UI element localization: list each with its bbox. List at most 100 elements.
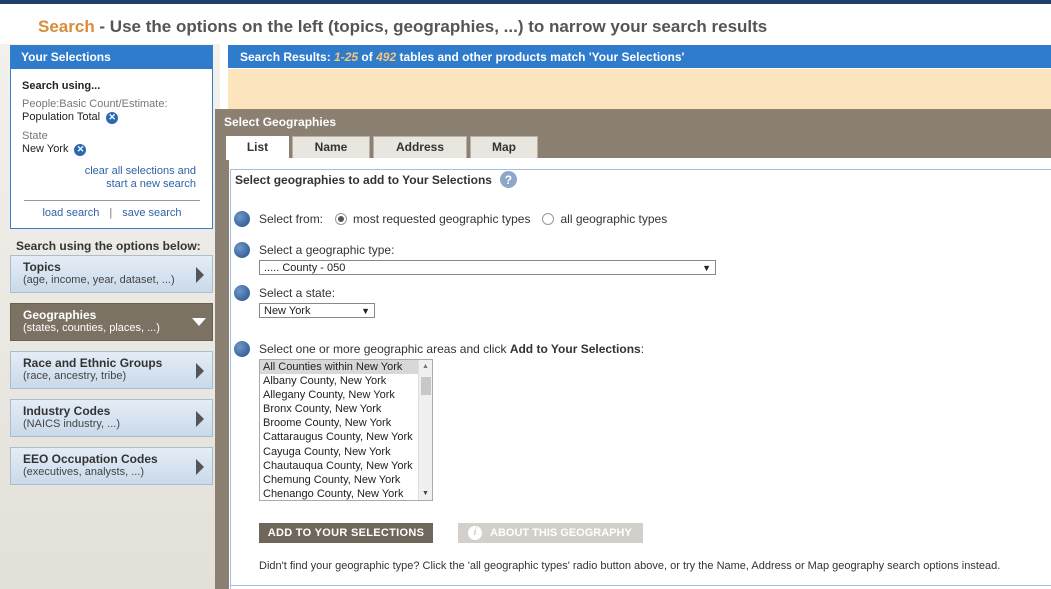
selection-category: State	[22, 130, 48, 142]
tab-map[interactable]: Map	[470, 136, 538, 158]
selection-value-text: Population Total	[22, 111, 101, 123]
your-selections-panel: Your Selections Search using... People:B…	[10, 45, 213, 229]
overlay-title: Select Geographies	[224, 115, 337, 129]
option-subtitle: (NAICS industry, ...)	[23, 418, 120, 430]
divider	[24, 200, 200, 201]
add-to-selections-button[interactable]: ADD TO YOUR SELECTIONS	[259, 523, 433, 543]
step-bullet-icon	[234, 211, 250, 227]
selection-value-text: New York	[22, 143, 69, 155]
step-bullet-icon	[234, 285, 250, 301]
option-title: Geographies	[23, 308, 97, 322]
scroll-thumb[interactable]	[421, 377, 431, 395]
panel-heading-text: Select geographies to add to Your Select…	[235, 172, 492, 187]
list-item[interactable]: Allegany County, New York	[260, 388, 432, 402]
separator: |	[109, 207, 113, 219]
list-item[interactable]: Chenango County, New York	[260, 487, 432, 500]
step-areas: Select one or more geographic areas and …	[234, 341, 644, 357]
option-title: Race and Ethnic Groups	[23, 356, 163, 370]
results-label: Search Results:	[240, 50, 331, 64]
panel-bottom-border	[230, 585, 1051, 586]
selection-value: Population Total ✕	[22, 111, 202, 124]
option-topics[interactable]: Topics (age, income, year, dataset, ...)	[10, 255, 213, 293]
step-state: Select a state:	[234, 285, 335, 301]
option-geographies[interactable]: Geographies (states, counties, places, .…	[10, 303, 213, 341]
search-actions: load search | save search	[22, 207, 202, 219]
step-select-from: Select from: most requested geographic t…	[234, 211, 667, 227]
geographic-areas-listbox[interactable]: All Counties within New York Albany Coun…	[259, 359, 433, 501]
option-title: Industry Codes	[23, 404, 111, 418]
geography-tabs: List Name Address Map	[226, 136, 538, 160]
remove-selection-icon[interactable]: ✕	[106, 111, 119, 124]
option-eeo-occupation-codes[interactable]: EEO Occupation Codes (executives, analys…	[10, 447, 213, 485]
page-title: Search - Use the options on the left (to…	[38, 17, 767, 37]
state-select[interactable]: New York ▼	[259, 303, 375, 318]
list-item[interactable]: All Counties within New York	[260, 360, 432, 375]
radio-most-label[interactable]: most requested geographic types	[353, 212, 530, 226]
areas-label-bold: Add to Your Selections	[509, 342, 641, 356]
search-options-label: Search using the options below:	[16, 239, 201, 253]
option-subtitle: (race, ancestry, tribe)	[23, 370, 127, 382]
chevron-right-icon	[196, 459, 204, 475]
option-race-ethnic-groups[interactable]: Race and Ethnic Groups (race, ancestry, …	[10, 351, 213, 389]
geo-type-select[interactable]: ..... County - 050 ▼	[259, 260, 716, 275]
list-item[interactable]: Chautauqua County, New York	[260, 459, 432, 473]
your-selections-title: Your Selections	[11, 46, 212, 69]
chevron-down-icon	[192, 318, 206, 326]
clear-selections-link[interactable]: clear all selections and start a new sear…	[22, 165, 202, 191]
selection-value: New York ✕	[22, 143, 202, 156]
list-item[interactable]: Chemung County, New York	[260, 473, 432, 487]
page-title-accent: Search	[38, 17, 95, 36]
chevron-right-icon	[196, 267, 204, 283]
list-item[interactable]: Cattaraugus County, New York	[260, 430, 432, 444]
panel-heading: Select geographies to add to Your Select…	[235, 171, 517, 188]
select-from-label: Select from:	[259, 212, 324, 226]
results-total: 492	[376, 50, 397, 64]
radio-most-requested[interactable]	[335, 213, 348, 225]
about-geography-label: ABOUT THIS GEOGRAPHY	[490, 527, 632, 539]
step-geo-type: Select a geographic type:	[234, 242, 394, 258]
help-icon[interactable]: ?	[499, 171, 517, 188]
radio-all-label[interactable]: all geographic types	[560, 212, 667, 226]
option-subtitle: (states, counties, places, ...)	[23, 322, 160, 334]
results-suffix: tables and other products match 'Your Se…	[399, 50, 685, 64]
results-band	[228, 69, 1051, 109]
scroll-down-icon[interactable]: ▼	[422, 490, 429, 497]
list-item[interactable]: Broome County, New York	[260, 416, 432, 430]
dropdown-arrow-icon: ▼	[702, 263, 711, 273]
chevron-right-icon	[196, 363, 204, 379]
step-bullet-icon	[234, 242, 250, 258]
results-of: of	[361, 50, 373, 64]
option-title: EEO Occupation Codes	[23, 452, 158, 466]
tab-list[interactable]: List	[226, 136, 289, 160]
list-item[interactable]: Albany County, New York	[260, 374, 432, 388]
clear-link-line2: start a new search	[106, 178, 196, 190]
state-label: Select a state:	[259, 286, 336, 300]
remove-selection-icon[interactable]: ✕	[74, 143, 87, 156]
geo-type-label: Select a geographic type:	[259, 243, 395, 257]
areas-label-suffix: :	[640, 342, 645, 356]
option-industry-codes[interactable]: Industry Codes (NAICS industry, ...)	[10, 399, 213, 437]
scroll-up-icon[interactable]: ▲	[422, 363, 429, 370]
areas-label-prefix: Select one or more geographic areas and …	[259, 342, 510, 356]
option-subtitle: (executives, analysts, ...)	[23, 466, 145, 478]
about-geography-button[interactable]: i ABOUT THIS GEOGRAPHY	[458, 523, 643, 543]
listbox-scrollbar[interactable]: ▲ ▼	[418, 360, 432, 500]
search-results-header: Search Results: 1-25 of 492 tables and o…	[228, 45, 1051, 68]
clear-link-line1: clear all selections and	[84, 165, 196, 177]
list-item[interactable]: Cayuga County, New York	[260, 445, 432, 459]
top-bar	[0, 0, 1051, 4]
radio-all-types[interactable]	[542, 213, 555, 225]
save-search-link[interactable]: save search	[122, 207, 181, 219]
state-value: New York	[264, 305, 311, 317]
tab-address[interactable]: Address	[373, 136, 467, 158]
info-icon: i	[468, 526, 482, 540]
step-bullet-icon	[234, 341, 250, 357]
search-using-label: Search using...	[22, 80, 101, 92]
list-item[interactable]: Bronx County, New York	[260, 402, 432, 416]
results-range: 1-25	[334, 50, 359, 64]
selection-category: People:Basic Count/Estimate:	[22, 98, 168, 110]
geo-type-value: ..... County - 050	[264, 262, 346, 274]
load-search-link[interactable]: load search	[42, 207, 99, 219]
option-title: Topics	[23, 260, 61, 274]
tab-name[interactable]: Name	[292, 136, 370, 158]
